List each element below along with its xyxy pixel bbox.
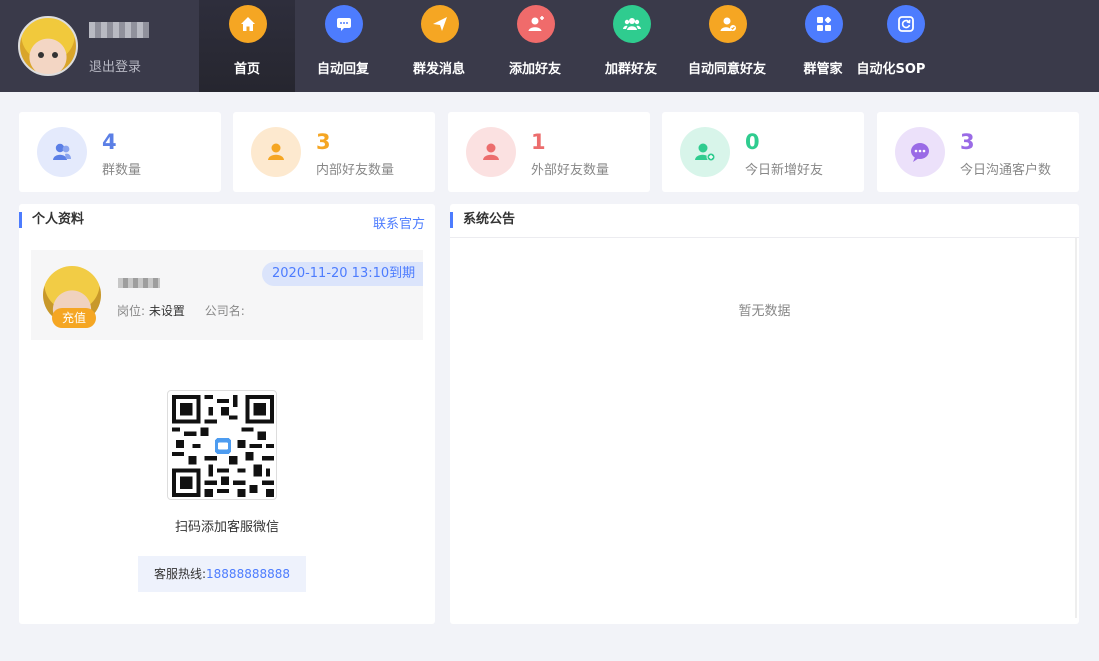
company-label: 公司名: <box>204 304 245 318</box>
user-icon <box>251 127 301 177</box>
expiry-badge: 2020-11-20 13:10到期 <box>262 262 423 286</box>
nav-item-auto-reply[interactable]: 自动回复 <box>295 0 391 92</box>
home-icon <box>229 5 267 43</box>
nav-label: 自动化SOP <box>856 62 926 77</box>
message-icon <box>895 127 945 177</box>
service-hotline: 客服热线:18888888888 <box>138 556 306 592</box>
stat-value: 3 <box>316 130 331 154</box>
stat-card-groups: 4 群数量 <box>19 112 221 192</box>
blurred-profile-name <box>118 278 160 288</box>
stat-label: 今日新增好友 <box>745 163 824 178</box>
nav-label: 自动同意好友 <box>687 62 766 77</box>
stat-label: 内部好友数量 <box>316 163 395 178</box>
nav-item-auto-accept[interactable]: 自动同意好友 <box>679 0 775 92</box>
position-value: 未设置 <box>148 304 185 318</box>
notice-panel: 系统公告 暂无数据 <box>450 204 1079 624</box>
qr-caption: 扫码添加客服微信 <box>174 520 279 535</box>
refresh-icon <box>887 5 925 43</box>
add-user-icon <box>680 127 730 177</box>
stat-label: 外部好友数量 <box>531 163 610 178</box>
stat-card-internal-friends: 3 内部好友数量 <box>233 112 435 192</box>
stat-label: 今日沟通客户数 <box>960 163 1052 178</box>
stat-value: 4 <box>102 130 117 154</box>
stat-value: 0 <box>745 130 760 154</box>
top-navigation-bar: 退出登录 首页 自动回复 群发消息 添加好友 加群好友 自动同意好友 群管家 自… <box>0 0 1099 92</box>
stat-value: 1 <box>531 130 546 154</box>
hotline-number[interactable]: 18888888888 <box>206 567 290 581</box>
nav-label: 群发消息 <box>412 62 465 77</box>
nav-label: 加群好友 <box>604 62 657 77</box>
nav-item-group-friends[interactable]: 加群好友 <box>583 0 679 92</box>
user-icon <box>466 127 516 177</box>
stat-card-external-friends: 1 外部好友数量 <box>448 112 650 192</box>
nav-item-mass-message[interactable]: 群发消息 <box>391 0 487 92</box>
stat-value: 3 <box>960 130 975 154</box>
nav-item-group-manager[interactable]: 群管家 <box>775 0 871 92</box>
profile-meta: 岗位: 未设置 公司名: <box>117 302 245 319</box>
scrollbar[interactable] <box>1075 238 1077 618</box>
grid-icon <box>805 5 843 43</box>
user-avatar[interactable] <box>18 16 78 76</box>
contact-official-link[interactable]: 联系官方 <box>373 213 425 232</box>
nav-label: 添加好友 <box>508 62 561 77</box>
profile-panel-title: 个人资料 <box>19 212 84 228</box>
main-nav: 首页 自动回复 群发消息 添加好友 加群好友 自动同意好友 群管家 自动化SOP <box>199 0 1011 92</box>
logout-link[interactable]: 退出登录 <box>89 56 141 75</box>
send-icon <box>421 5 459 43</box>
user-box: 退出登录 <box>18 14 188 78</box>
stat-card-new-friends-today: 0 今日新增好友 <box>662 112 864 192</box>
chat-icon <box>325 5 363 43</box>
empty-state-text: 暂无数据 <box>738 304 791 319</box>
hotline-label: 客服热线: <box>153 567 207 581</box>
add-user-icon <box>517 5 555 43</box>
wechat-qr-code <box>167 390 277 500</box>
profile-card: 充值 2020-11-20 13:10到期 岗位: 未设置 公司名: <box>31 250 423 340</box>
nav-label: 自动回复 <box>316 62 369 77</box>
position-label: 岗位: <box>117 304 146 318</box>
blurred-username <box>89 22 149 38</box>
divider <box>450 237 1079 238</box>
profile-panel: 个人资料 联系官方 充值 2020-11-20 13:10到期 岗位: 未设置 … <box>19 204 435 624</box>
nav-item-home[interactable]: 首页 <box>199 0 295 92</box>
nav-item-automation-sop[interactable]: 自动化SOP <box>857 0 1011 92</box>
recharge-button[interactable]: 充值 <box>52 308 96 328</box>
group-icon <box>37 127 87 177</box>
user-check-icon <box>709 5 747 43</box>
stat-label: 群数量 <box>102 163 142 178</box>
nav-item-add-friend[interactable]: 添加好友 <box>487 0 583 92</box>
group-icon <box>613 5 651 43</box>
stat-card-customers-today: 3 今日沟通客户数 <box>877 112 1079 192</box>
notice-panel-title: 系统公告 <box>450 212 515 228</box>
nav-label: 首页 <box>233 62 260 77</box>
